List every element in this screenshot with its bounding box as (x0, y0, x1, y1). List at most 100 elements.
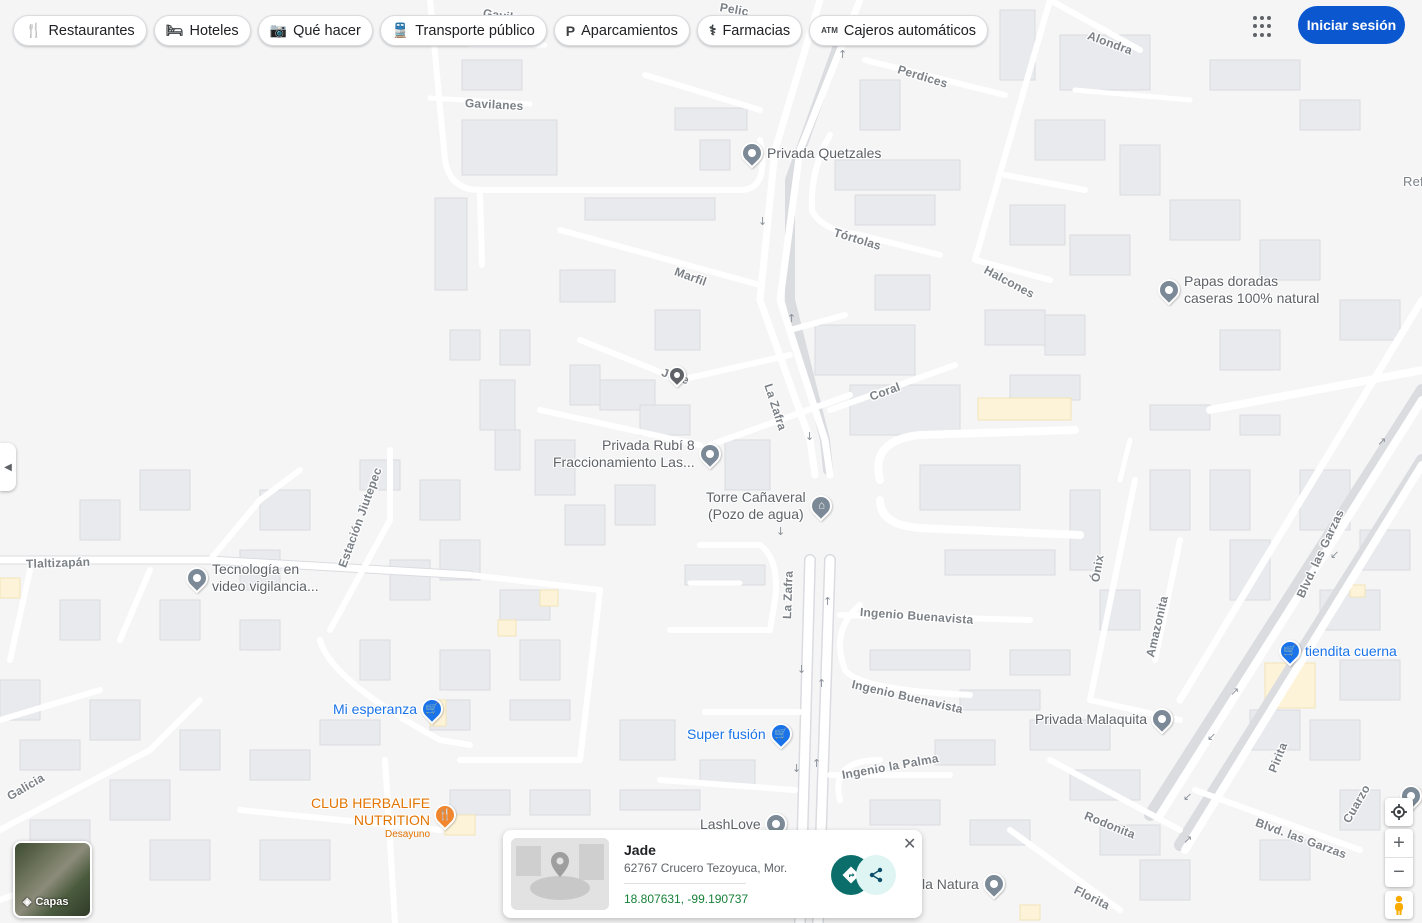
place-title: Jade (624, 842, 656, 858)
chip-label: Transporte público (415, 22, 535, 39)
share-button[interactable] (856, 855, 896, 895)
sign-in-button[interactable]: Iniciar sesión (1298, 6, 1405, 44)
bus-icon: 🚆 (391, 22, 410, 38)
svg-text:↗: ↗ (1230, 685, 1239, 698)
card-divider (624, 883, 746, 884)
svg-text:↙: ↙ (1207, 730, 1216, 743)
layers-button[interactable]: ◈ Capas (13, 841, 92, 918)
chip-label: Restaurantes (48, 22, 135, 39)
apps-grid-icon[interactable] (1253, 16, 1275, 38)
poi-club-herbalife[interactable]: 🍴 CLUB HERBALIFE NUTRITION Desayuno (311, 795, 461, 840)
poi-pin-icon (736, 137, 768, 169)
svg-text:↑: ↑ (812, 757, 821, 770)
chip-label: Qué hacer (293, 22, 361, 39)
atm-icon: ATM (821, 26, 838, 35)
poi-label: Mi esperanza (333, 700, 418, 717)
poi-label: Tecnología en video vigilancia... (212, 561, 319, 594)
poi-label: CLUB HERBALIFE NUTRITION (311, 795, 431, 828)
poi-privada-quetzales[interactable]: Privada Quetzales (736, 137, 882, 169)
chevron-left-icon: ◀ (4, 461, 12, 473)
chip-label: Hoteles (189, 22, 239, 39)
selected-place-pin-icon (664, 362, 690, 388)
chip-hotel-bed[interactable]: 🛏 Hoteles (153, 15, 251, 46)
chip-label: Cajeros automáticos (843, 22, 977, 39)
poi-label: Privada Rubí 8 Fraccionamiento Las... (553, 437, 695, 470)
hotel-bed-icon: 🛏 (165, 22, 184, 38)
expand-side-panel-button[interactable]: ◀ (0, 443, 16, 491)
restaurant-icon: 🍴 (25, 22, 43, 38)
poi-torre-canaveral[interactable]: ⌂ Torre Cañaveral (Pozo de agua) (706, 489, 837, 523)
shopping-cart-icon: 🛒 (765, 718, 797, 750)
poi-pin-icon (978, 868, 1010, 900)
chip-label: Farmacias (722, 22, 791, 39)
poi-label: Privada Malaquita (1035, 710, 1148, 727)
svg-text:↓: ↓ (776, 525, 785, 538)
poi-papas-doradas[interactable]: Papas doradas caseras 100% natural (1153, 273, 1320, 307)
place-thumbnail[interactable] (511, 838, 609, 910)
poi-pin-icon (694, 438, 726, 470)
svg-text:↓: ↓ (792, 762, 801, 775)
svg-text:↗: ↗ (1183, 833, 1192, 846)
shopping-cart-icon: 🛒 (416, 693, 448, 725)
shopping-cart-icon: 🛒 (1274, 635, 1306, 667)
svg-text:↓: ↓ (805, 430, 814, 443)
crosshair-icon (1391, 804, 1407, 820)
poi-label: Super fusión (687, 725, 766, 742)
svg-text:↓: ↓ (797, 663, 806, 676)
poi-label: tiendita cuerna (1305, 642, 1397, 659)
layers-icon: ◈ (23, 896, 32, 908)
chip-parking[interactable]: P Aparcamientos (553, 15, 690, 46)
poi-category: Desayuno (385, 829, 431, 840)
zoom-out-button[interactable]: − (1385, 858, 1413, 887)
poi-jade-selected[interactable] (664, 362, 690, 388)
street-label-tlaltizapan: Tlaltizapán (25, 554, 91, 571)
svg-text:↑: ↑ (787, 312, 796, 325)
poi-label: Torre Cañaveral (Pozo de agua) (706, 489, 806, 522)
chip-pharmacy[interactable]: ⚕ Farmacias (696, 15, 803, 46)
poi-privada-malaquita[interactable]: Privada Malaquita (1035, 703, 1178, 735)
place-info-card[interactable]: Jade 62767 Crucero Tezoyuca, Mor. 18.807… (503, 830, 922, 918)
street-view-pegman-button[interactable] (1385, 891, 1413, 919)
poi-tecnologia[interactable]: Tecnología en video vigilancia... (181, 561, 319, 595)
layers-text: Capas (35, 895, 69, 908)
pharmacy-icon: ⚕ (708, 22, 717, 38)
poi-natura[interactable]: la Natura (922, 868, 1010, 900)
svg-text:↙: ↙ (1330, 548, 1339, 561)
close-icon[interactable]: ✕ (903, 834, 916, 854)
camera-icon: 📷 (269, 22, 288, 38)
poi-label: Privada Quetzales (767, 144, 882, 161)
poi-privada-rubi[interactable]: Privada Rubí 8 Fraccionamiento Las... (553, 437, 726, 471)
pegman-icon (1395, 895, 1403, 915)
water-tower-icon: ⌂ (805, 490, 837, 522)
parking-icon: P (565, 22, 576, 39)
street-label-gavilanes: Gavilanes (464, 96, 524, 114)
svg-text:↑: ↑ (817, 677, 826, 690)
poi-label: la Natura (922, 875, 979, 892)
street-label-ref: Ref (1403, 174, 1422, 189)
poi-tiendita-cuerna[interactable]: 🛒 tiendita cuerna (1274, 635, 1397, 667)
chip-atm[interactable]: ATM Cajeros automáticos (809, 15, 989, 46)
zoom-controls: + − (1385, 829, 1413, 887)
restaurant-icon: 🍴 (429, 799, 461, 831)
poi-mi-esperanza[interactable]: 🛒 Mi esperanza (333, 693, 448, 725)
share-icon (869, 867, 883, 883)
place-coordinates[interactable]: 18.807631, -99.190737 (624, 892, 748, 906)
chip-camera[interactable]: 📷 Qué hacer (257, 15, 373, 46)
category-chips: 🍴 Restaurantes 🛏 Hoteles 📷 Qué hacer 🚆 Transpor… (13, 15, 989, 46)
poi-label: Papas doradas caseras 100% natural (1184, 273, 1320, 306)
chip-bus[interactable]: 🚆 Transporte público (379, 15, 547, 46)
svg-text:↓: ↓ (758, 215, 767, 228)
poi-pin-icon (181, 562, 213, 594)
my-location-button[interactable] (1385, 798, 1413, 826)
place-address: 62767 Crucero Tezoyuca, Mor. (624, 861, 788, 875)
layers-label: ◈ Capas (23, 895, 69, 909)
svg-text:↙: ↙ (1183, 790, 1192, 803)
poi-super-fusion[interactable]: 🛒 Super fusión (687, 718, 797, 750)
zoom-in-button[interactable]: + (1385, 829, 1413, 858)
chip-restaurant[interactable]: 🍴 Restaurantes (13, 15, 147, 46)
poi-pin-icon (1153, 274, 1185, 306)
street-label-la-zafra-south: La Zafra (780, 570, 796, 620)
chip-label: Aparcamientos (581, 22, 678, 39)
svg-text:↑: ↑ (838, 48, 847, 61)
street-view-thumbnail-icon (511, 838, 609, 910)
